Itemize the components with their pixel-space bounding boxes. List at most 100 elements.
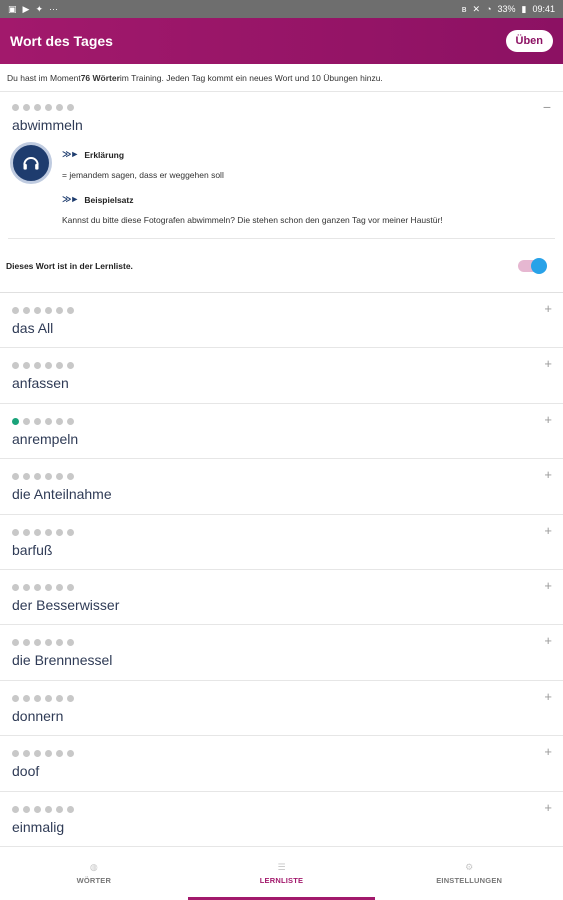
progress-dot: [56, 528, 63, 536]
expand-icon[interactable]: +: [544, 413, 552, 426]
nav-item-worter[interactable]: ◍ WÖRTER: [0, 847, 188, 900]
progress-dot: [45, 104, 52, 111]
nav-item-lernliste[interactable]: ☰ LERNLISTE: [187, 847, 376, 900]
progress-dot: [67, 639, 74, 647]
word-title: die Brennnessel: [12, 652, 113, 669]
progress-dot: [34, 104, 41, 111]
play-store-icon: ▶: [22, 3, 30, 14]
example-heading: ≫► Beispielsatz: [62, 194, 133, 205]
word-row[interactable]: einmalig +: [0, 792, 563, 847]
progress-dots: [12, 750, 74, 758]
word-row[interactable]: anfassen +: [0, 348, 563, 404]
clock: 09:41: [532, 4, 555, 14]
progress-dot: [23, 528, 30, 536]
intro-suffix: im Training. Jeden Tag kommt ein neues W…: [119, 72, 383, 83]
word-row[interactable]: das All +: [0, 293, 563, 349]
progress-dot: [12, 307, 19, 314]
learnlist-toggle[interactable]: [518, 258, 547, 274]
word-row[interactable]: die Anteilnahme +: [0, 459, 563, 515]
progress-dot: [67, 805, 74, 813]
words-icon: ◍: [89, 861, 98, 872]
app-bar: Wort des Tages Üben: [0, 18, 563, 64]
notification-icon: ✦: [35, 3, 43, 14]
progress-dot: [67, 694, 74, 702]
word-row[interactable]: barfuß +: [0, 515, 563, 570]
explanation-label: Erklärung: [84, 149, 125, 160]
toggle-knob[interactable]: [531, 258, 547, 274]
bluetooth-icon: ʙ: [461, 4, 467, 14]
word-title: abwimmeln: [12, 117, 83, 133]
word-row[interactable]: der Besserwisser +: [0, 570, 563, 626]
arrow-icon: ≫►: [62, 149, 79, 159]
progress-dot: [12, 694, 19, 702]
more-icon: ···: [48, 3, 58, 14]
expand-icon[interactable]: +: [544, 745, 552, 758]
expand-icon[interactable]: +: [544, 801, 552, 814]
expand-icon[interactable]: +: [544, 634, 552, 647]
intro-text: Du hast im Moment 76 Wörter im Training.…: [0, 64, 563, 92]
progress-dot: [45, 417, 52, 425]
progress-dot: [23, 307, 30, 314]
progress-dot: [67, 417, 74, 425]
expand-icon[interactable]: +: [544, 579, 552, 592]
progress-dot: [56, 805, 63, 813]
word-count: 76 Wörter: [80, 72, 120, 83]
progress-dots: [12, 417, 74, 425]
word-list: abwimmeln − ≫► Erklärung = jemandem sage…: [0, 92, 563, 847]
practice-button[interactable]: Üben: [505, 30, 553, 52]
collapse-icon[interactable]: −: [543, 100, 551, 114]
progress-dot: [56, 473, 63, 481]
progress-dots: [12, 639, 74, 647]
divider: [8, 238, 555, 239]
app-screen: ▣ ▶ ✦ ··· ʙ ✕ ◔ 33% ▮ 09:41 Wort des Tag…: [0, 0, 563, 900]
word-title: anfassen: [12, 375, 69, 392]
progress-dot: [67, 307, 74, 314]
status-bar: ▣ ▶ ✦ ··· ʙ ✕ ◔ 33% ▮ 09:41: [0, 0, 563, 18]
progress-dot: [12, 639, 19, 647]
progress-dot: [23, 362, 30, 370]
progress-dot: [45, 694, 52, 702]
progress-dot: [12, 805, 19, 813]
progress-dot: [45, 750, 52, 758]
word-title: einmalig: [12, 818, 65, 835]
progress-dot: [34, 417, 41, 425]
nav-item-einstellungen[interactable]: ⚙ EINSTELLUNGEN: [375, 847, 563, 900]
expand-icon[interactable]: +: [544, 302, 552, 315]
progress-dot: [45, 639, 52, 647]
word-row[interactable]: anrempeln +: [0, 404, 563, 460]
explanation-text: = jemandem sagen, dass er weggehen soll: [62, 170, 224, 180]
progress-dots: [12, 104, 74, 111]
word-title: barfuß: [12, 541, 53, 558]
bottom-nav: ◍ WÖRTER ☰ LERNLISTE ⚙ EINSTELLUNGEN: [0, 846, 563, 900]
expand-icon[interactable]: +: [544, 524, 552, 537]
battery-icon: ▮: [521, 3, 527, 14]
audio-button[interactable]: [10, 142, 52, 184]
list-icon: ☰: [277, 861, 286, 872]
battery-text: 33%: [497, 4, 516, 14]
example-text: Kannst du bitte diese Fotografen abwimme…: [62, 215, 443, 225]
progress-dot: [34, 362, 41, 370]
progress-dot: [23, 583, 30, 591]
expand-icon[interactable]: +: [544, 357, 552, 370]
progress-dot: [67, 528, 74, 536]
word-row[interactable]: die Brennnessel +: [0, 625, 563, 681]
progress-dot: [23, 473, 30, 481]
nav-label: LERNLISTE: [259, 875, 304, 885]
progress-dot: [12, 583, 19, 591]
word-row[interactable]: doof +: [0, 736, 563, 792]
progress-dot: [34, 528, 41, 536]
word-row[interactable]: donnern +: [0, 681, 563, 737]
progress-dot: [45, 307, 52, 314]
word-title: das All: [12, 320, 54, 336]
progress-dot: [23, 104, 30, 111]
word-card-expanded[interactable]: abwimmeln − ≫► Erklärung = jemandem sage…: [0, 92, 563, 293]
progress-dot: [12, 104, 19, 111]
status-right: ʙ ✕ ◔ 33% ▮ 09:41: [462, 4, 555, 15]
progress-dot: [45, 583, 52, 591]
progress-dot: [56, 639, 63, 647]
status-left: ▣ ▶ ✦ ···: [8, 3, 58, 14]
expand-icon[interactable]: +: [544, 690, 552, 703]
progress-dot: [23, 694, 30, 702]
word-title: die Anteilnahme: [12, 486, 112, 503]
expand-icon[interactable]: +: [544, 468, 552, 481]
